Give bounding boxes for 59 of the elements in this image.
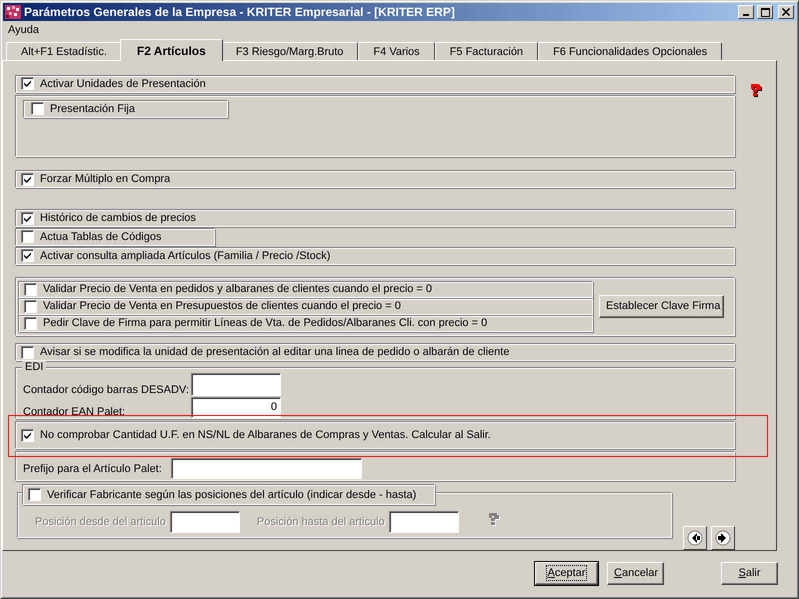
maximize-button[interactable] bbox=[757, 5, 773, 19]
maximize-icon bbox=[760, 8, 770, 16]
input-field[interactable] bbox=[171, 458, 362, 480]
checkbox-label: Activar consulta ampliada Artículos (Familia / Precio /Stock) bbox=[40, 250, 330, 262]
app-icon bbox=[5, 5, 21, 19]
tab[interactable]: F2 Artículos bbox=[120, 39, 223, 61]
field-label: Posición hasta del articulo bbox=[256, 516, 385, 528]
check-icon bbox=[23, 251, 32, 260]
checkbox-label: Actua Tablas de Códigos bbox=[40, 230, 162, 243]
field-label: Prefijo para el Artículo Palet: bbox=[23, 462, 163, 475]
check-icon bbox=[23, 430, 32, 440]
window-title: Parámetros Generales de la Empresa - KRITER Empresarial - [KRITER ERP] bbox=[24, 5, 456, 19]
tab[interactable]: F6 Funcionalidades Opcionales bbox=[538, 42, 722, 60]
close-button[interactable] bbox=[778, 5, 794, 19]
field-label: Contador código barras DESADV: bbox=[23, 384, 190, 396]
close-icon bbox=[782, 8, 790, 16]
check-icon bbox=[23, 214, 32, 223]
checkbox-label: Histórico de cambios de precios bbox=[40, 212, 196, 224]
checkbox-label: Avisar si se modifica la unidad de presentación al editar una linea de pedido o albarán de cliente bbox=[40, 346, 510, 358]
group-legend: EDI bbox=[22, 360, 46, 373]
field-label: Contador EAN Palet: bbox=[23, 406, 126, 418]
checkbox-label: Pedir Clave de Firma para permitir Líneas de Vta. de Pedidos/Albaranes Cli. con precio = 0 bbox=[43, 317, 488, 330]
check-icon bbox=[23, 79, 32, 88]
minimize-button[interactable] bbox=[738, 5, 754, 19]
dialog-button[interactable]: Salir bbox=[721, 562, 778, 584]
check-icon bbox=[23, 174, 32, 184]
checkbox[interactable] bbox=[21, 230, 34, 244]
tab[interactable]: F5 Facturación bbox=[434, 42, 538, 60]
checkbox[interactable] bbox=[31, 102, 44, 116]
checkbox[interactable] bbox=[21, 172, 34, 186]
field-label: Posición desde del articulo bbox=[35, 516, 166, 528]
checkbox[interactable] bbox=[24, 282, 37, 296]
checkbox[interactable] bbox=[24, 300, 37, 313]
checkbox-label: Activar Unidades de Presentación bbox=[40, 78, 206, 90]
checkbox-label: Presentación Fija bbox=[50, 102, 135, 115]
input-field[interactable] bbox=[191, 372, 281, 396]
checkbox[interactable] bbox=[21, 77, 34, 90]
help-icon[interactable] bbox=[748, 83, 763, 97]
checkbox-label: Forzar Múltiplo en Compra bbox=[40, 173, 170, 186]
checkbox[interactable] bbox=[21, 346, 34, 359]
checkbox[interactable] bbox=[24, 316, 37, 330]
dialog-button[interactable]: Cancelar bbox=[607, 562, 664, 584]
checkbox[interactable] bbox=[28, 488, 41, 502]
dialog-button[interactable]: Aceptar bbox=[535, 562, 598, 584]
checkbox[interactable] bbox=[21, 249, 34, 262]
checkbox[interactable] bbox=[21, 212, 34, 225]
right-arrow-button[interactable] bbox=[711, 526, 735, 550]
checkbox-label: Verificar Fabricante según las posiciones del artículo (indicar desde - hasta) bbox=[47, 488, 416, 501]
menu-item[interactable]: Ayuda bbox=[6, 24, 41, 36]
tab[interactable]: Alt+F1 Estadístic. bbox=[6, 42, 122, 60]
checkbox-label: Validar Precio de Venta en pedidos y albaranes de clientes cuando el precio = 0 bbox=[43, 283, 432, 296]
sign-key-button[interactable]: Establecer Clave Firma bbox=[599, 294, 724, 318]
checkbox-label: Validar Precio de Venta en Presupuestos de clientes cuando el precio = 0 bbox=[43, 300, 401, 312]
checkbox[interactable] bbox=[21, 428, 34, 442]
tab[interactable]: F4 Varios bbox=[358, 42, 435, 60]
input-field[interactable]: 0 bbox=[191, 396, 281, 418]
left-arrow-button[interactable] bbox=[683, 526, 707, 550]
checkbox-label: No comprobar Cantidad U.F. en NS/NL de Albaranes de Compras y Ventas. Calcular al Salir. bbox=[40, 429, 491, 442]
tab[interactable]: F3 Riesgo/Marg.Bruto bbox=[220, 42, 358, 60]
